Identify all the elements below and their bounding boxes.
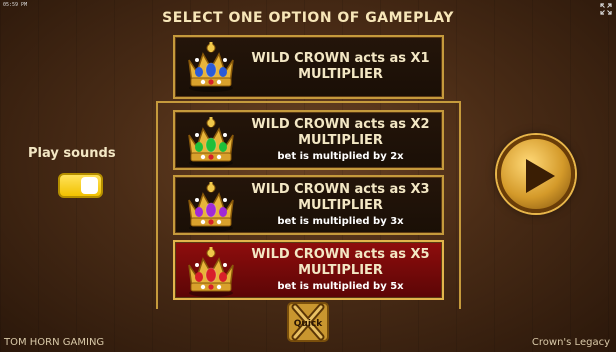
option-x1[interactable]: WILD CROWN acts as X1 MULTIPLIER bbox=[173, 35, 444, 99]
crown-icon bbox=[188, 117, 234, 167]
crown-icon bbox=[188, 182, 234, 232]
brand-label: TOM HORN GAMING bbox=[4, 337, 105, 348]
crown-icon bbox=[188, 42, 234, 92]
option-text: WILD CROWN acts as X2 MULTIPLIER bet is … bbox=[245, 117, 436, 164]
option-subtitle: MULTIPLIER bbox=[298, 263, 383, 278]
play-sounds-label: Play sounds bbox=[28, 146, 116, 161]
option-text: WILD CROWN acts as X1 MULTIPLIER bbox=[245, 51, 436, 83]
play-sounds-toggle[interactable] bbox=[58, 173, 103, 198]
quick-button[interactable]: Quick bbox=[287, 302, 329, 342]
option-subtitle: MULTIPLIER bbox=[298, 133, 383, 148]
clock: 05:59 PM bbox=[3, 2, 28, 8]
option-x2[interactable]: WILD CROWN acts as X2 MULTIPLIER bet is … bbox=[173, 110, 444, 170]
option-x5[interactable]: WILD CROWN acts as X5 MULTIPLIER bet is … bbox=[173, 240, 444, 300]
option-title: WILD CROWN acts as X1 bbox=[251, 51, 430, 66]
option-description: bet is multiplied by 2x bbox=[277, 151, 404, 162]
play-icon bbox=[526, 159, 555, 193]
page-title: SELECT ONE OPTION OF GAMEPLAY bbox=[162, 10, 454, 26]
option-title: WILD CROWN acts as X3 bbox=[251, 182, 430, 197]
toggle-knob bbox=[81, 177, 98, 194]
option-text: WILD CROWN acts as X3 MULTIPLIER bet is … bbox=[245, 182, 436, 229]
option-description: bet is multiplied by 5x bbox=[277, 281, 404, 292]
crown-icon bbox=[188, 247, 234, 297]
quick-label: Quick bbox=[294, 319, 323, 329]
option-subtitle: MULTIPLIER bbox=[298, 198, 383, 213]
option-text: WILD CROWN acts as X5 MULTIPLIER bet is … bbox=[245, 247, 436, 294]
option-title: WILD CROWN acts as X2 bbox=[251, 117, 430, 132]
option-description: bet is multiplied by 3x bbox=[277, 216, 404, 227]
option-x3[interactable]: WILD CROWN acts as X3 MULTIPLIER bet is … bbox=[173, 175, 444, 235]
option-subtitle: MULTIPLIER bbox=[298, 67, 383, 82]
game-name-label: Crown's Legacy bbox=[531, 337, 610, 348]
play-button[interactable] bbox=[497, 135, 575, 213]
option-title: WILD CROWN acts as X5 bbox=[251, 247, 430, 262]
